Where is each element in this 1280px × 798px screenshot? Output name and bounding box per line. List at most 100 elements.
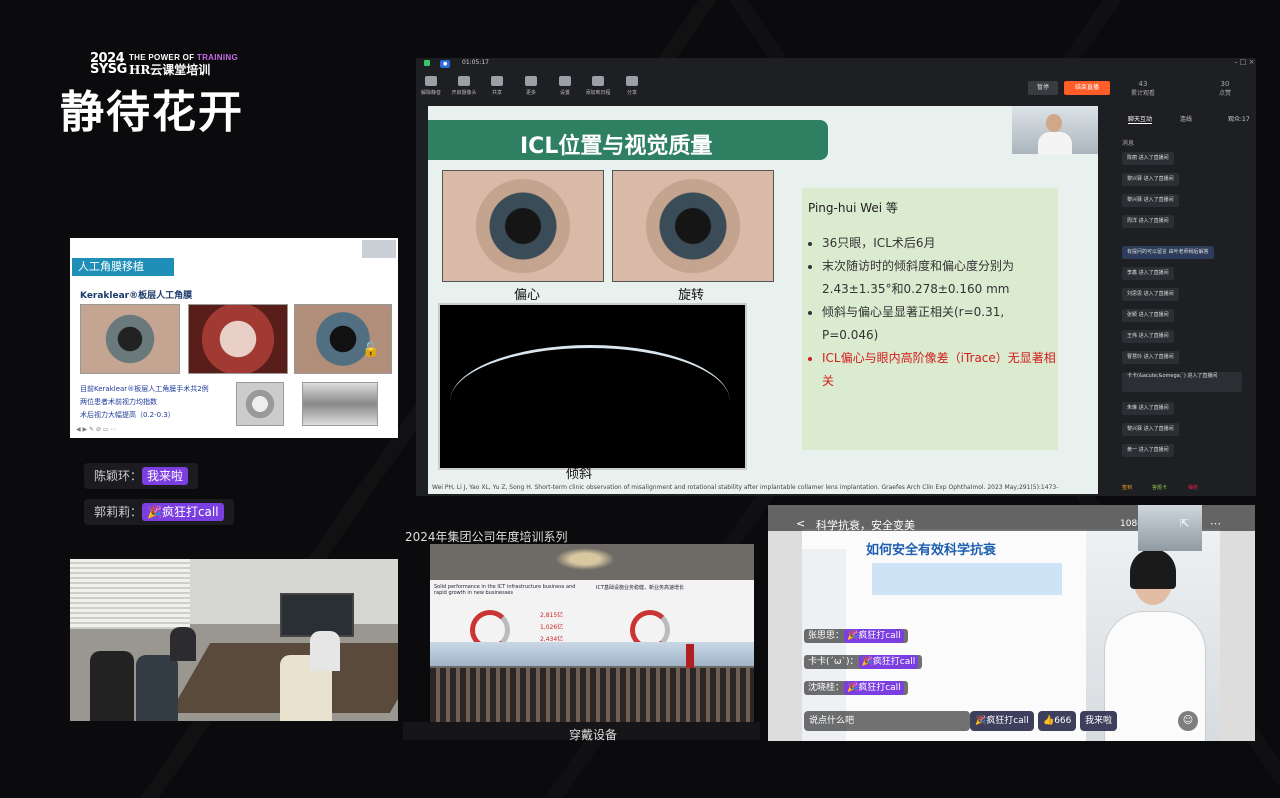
live-badge: ● — [440, 60, 451, 68]
chat-message: 朱琳 进入了直播间 — [1122, 402, 1174, 415]
slide-subtitle: Keraklear®板层人工角膜 — [80, 291, 193, 301]
more-button[interactable]: 更多 — [516, 72, 546, 96]
chat-panel: 43 累计观看 30 点赞 聊天互动 连线 观众:17 消息 陈丽 进入了直播间 黎… — [1118, 72, 1256, 496]
share-icon[interactable]: ⇱ — [1180, 517, 1189, 530]
chat-message: 张颖 进入了直播间 — [1122, 309, 1174, 322]
meeting-timer: 01:05:17 — [462, 59, 489, 66]
quick-reply-chip[interactable]: 👍666 — [1038, 711, 1077, 731]
stat-likes: 30 点赞 — [1218, 80, 1231, 97]
share-icon — [491, 76, 503, 86]
more-icon[interactable]: ⋯ — [1210, 517, 1221, 530]
finding-item: 倾斜与偏心呈显著正相关(r=0.31, P=0.046) — [822, 301, 1058, 347]
stream-comment: 卡卡(ˊωˋ)： 🎉疯狂打call — [804, 655, 923, 669]
end-live-button[interactable]: 结束直播 — [1064, 81, 1110, 95]
eye-image-rotation — [612, 170, 774, 282]
cornea-photo-1 — [80, 304, 180, 374]
screen-text-left: Solid performance in the ICT infrastruct… — [434, 584, 576, 596]
stream-slide-box — [872, 563, 1062, 595]
findings-list: 36只眼，ICL术后6月 末次随访时的倾斜度和偏心度分别为2.43±1.35°和… — [808, 232, 1058, 393]
slide-title: ICL位置与视觉质量 — [520, 134, 713, 159]
stream-slide-title: 如何安全有效科学抗衰 — [866, 543, 997, 558]
camera-button[interactable]: 开启摄像头 — [449, 72, 479, 96]
logo-org: SYSG — [90, 62, 127, 77]
cornea-photo-2 — [188, 304, 288, 374]
caption-decentration: 偏心 — [514, 288, 541, 303]
quick-reply-chip[interactable]: 🎉疯狂打call — [970, 711, 1034, 731]
signal-icon — [424, 60, 430, 66]
conference-title: 2024年集团公司年度培训系列 — [405, 530, 568, 544]
slide-text-line: 两位患者术前视力均指数 — [80, 398, 157, 406]
event-logo: 2024 SYSG THE POWER OF TRAINING HR云课堂培训 … — [60, 50, 260, 138]
more-icon — [525, 76, 537, 86]
oct-image — [438, 303, 747, 470]
tab-chat[interactable]: 聊天互动 — [1128, 114, 1153, 124]
slide-text-line: 目前Keraklear®板层人工角膜手术共2例 — [80, 385, 209, 393]
conference-video[interactable]: 2024年集团公司年度培训系列 Solid performance in the… — [403, 528, 760, 742]
stream-comment: 沈晓桂： 🎉疯狂打call — [804, 681, 908, 695]
chat-message: 周洋 进入了直播间 — [1122, 215, 1174, 228]
meeting-toolbar: 解除静音 开启摄像头 共享 更多 设置 添加到日程 分享 暂停 结束直播 — [416, 72, 1116, 104]
quick-reply-chip[interactable]: 我来啦 — [1080, 711, 1118, 731]
lock-icon[interactable]: 🔓 — [362, 342, 379, 358]
logo-slogan: 静待花开 — [60, 87, 244, 138]
emoji-icon[interactable]: ☺ — [1178, 711, 1198, 731]
unmute-button[interactable]: 解除静音 — [416, 72, 446, 96]
chat-message: 黎兴驿 进入了直播间 — [1122, 194, 1179, 207]
tab-audience[interactable]: 观众:17 — [1228, 114, 1250, 123]
chat-message: 卡卡(&acute;&omega;`) 进入了直播间 — [1122, 372, 1242, 392]
live-stream-video[interactable]: 如何安全有效科学抗衰 < 科学抗衰，安全变美 1080p ⇱ ⋯ 张思思： 🎉疯狂… — [768, 505, 1255, 741]
cornea-slide-video[interactable]: 人工角膜移植 Keraklear®板层人工角膜 🔓 目前Keraklear®板层… — [70, 238, 398, 438]
stage-screen: Solid performance in the ICT infrastruct… — [430, 580, 754, 666]
answer-card-button[interactable]: 答题卡 — [1152, 484, 1167, 491]
speaker-thumbnail — [362, 240, 396, 258]
meeting-window: ● 01:05:17 – □ × 解除静音 开启摄像头 共享 更多 设置 添加到… — [416, 58, 1256, 496]
chat-message: 曹慧玲 进入了直播间 — [1122, 351, 1179, 364]
chat-header: 消息 — [1122, 140, 1135, 147]
left-chat-message: 陈颖环： 我来啦 — [84, 463, 199, 489]
chat-message: 黎兴驿 进入了直播间 — [1122, 423, 1179, 436]
stat-views: 43 累计观看 — [1130, 80, 1155, 97]
finding-item: 末次随访时的倾斜度和偏心度分别为2.43±1.35°和0.278±0.160 m… — [822, 255, 1058, 301]
add-schedule-button[interactable]: 添加到日程 — [583, 72, 613, 96]
stat-value: 1,026亿 — [540, 624, 564, 631]
finding-item-highlight: ICL偏心与眼内高阶像差（iTrace）无显著相关 — [822, 347, 1058, 393]
stream-bottom-bar: 说点什么吧 🎉疯狂打call 👍666 我来啦 ☺ — [768, 709, 1255, 733]
meeting-room-video[interactable] — [70, 559, 398, 721]
implant-photo-1 — [236, 382, 284, 426]
settings-button[interactable]: 设置 — [550, 72, 580, 96]
shared-slide: ICL位置与视觉质量 偏心 旋转 倾斜 Ping-hui Wei 等 36只眼，… — [428, 106, 1098, 494]
share-link-button[interactable]: 分享 — [617, 72, 647, 96]
slide-header: 人工角膜移植 — [72, 258, 174, 276]
checkin-button[interactable]: 签到 — [1122, 484, 1132, 491]
stream-title: 科学抗衰，安全变美 — [816, 519, 915, 532]
slide-controls[interactable]: ◀ ▶ ✎ ⊘ ▭ ⋯ — [76, 426, 117, 433]
findings-box: Ping-hui Wei 等 36只眼，ICL术后6月 末次随访时的倾斜度和偏心… — [802, 188, 1058, 450]
slide-author: Ping-hui Wei 等 — [808, 201, 898, 215]
share-button[interactable]: 共享 — [482, 72, 512, 96]
presenter-video[interactable] — [1012, 106, 1098, 154]
calendar-icon — [592, 76, 604, 86]
slide-text-line: 术后视力大幅提高（0.2-0.3） — [80, 411, 175, 419]
finding-item: 36只眼，ICL术后6月 — [822, 232, 1058, 255]
pause-button[interactable]: 暂停 — [1028, 81, 1058, 95]
microphone-icon — [425, 76, 437, 86]
camera-icon — [458, 76, 470, 86]
lottery-button[interactable]: 抽奖 — [1188, 484, 1198, 491]
back-chevron-icon[interactable]: < — [796, 517, 805, 530]
comment-input[interactable]: 说点什么吧 — [804, 711, 970, 731]
chat-message: 黄一 进入了直播间 — [1122, 444, 1174, 457]
tab-connect[interactable]: 连线 — [1180, 114, 1192, 123]
conference-stage: Solid performance in the ICT infrastruct… — [430, 544, 754, 722]
slide-citation: Wei PH, Li J, Yao XL, Yu Z, Song H. Shor… — [432, 484, 1059, 491]
screen-text-right: ICT基础设施业务稳健，新业务高速增长 — [596, 585, 685, 591]
conference-caption: 穿戴设备 — [569, 728, 618, 742]
implant-photo-2 — [302, 382, 378, 426]
chat-message: 黎兴驿 进入了直播间 — [1122, 173, 1179, 186]
chat-message: 李鑫 进入了直播间 — [1122, 267, 1174, 280]
stream-pip-video[interactable] — [1138, 505, 1202, 551]
window-controls[interactable]: – □ × — [1234, 58, 1254, 66]
chat-message: 刘思思 进入了直播间 — [1122, 288, 1179, 301]
caption-tilt: 倾斜 — [566, 467, 593, 482]
cornea-photo-3 — [294, 304, 392, 374]
external-link-icon — [626, 76, 638, 86]
